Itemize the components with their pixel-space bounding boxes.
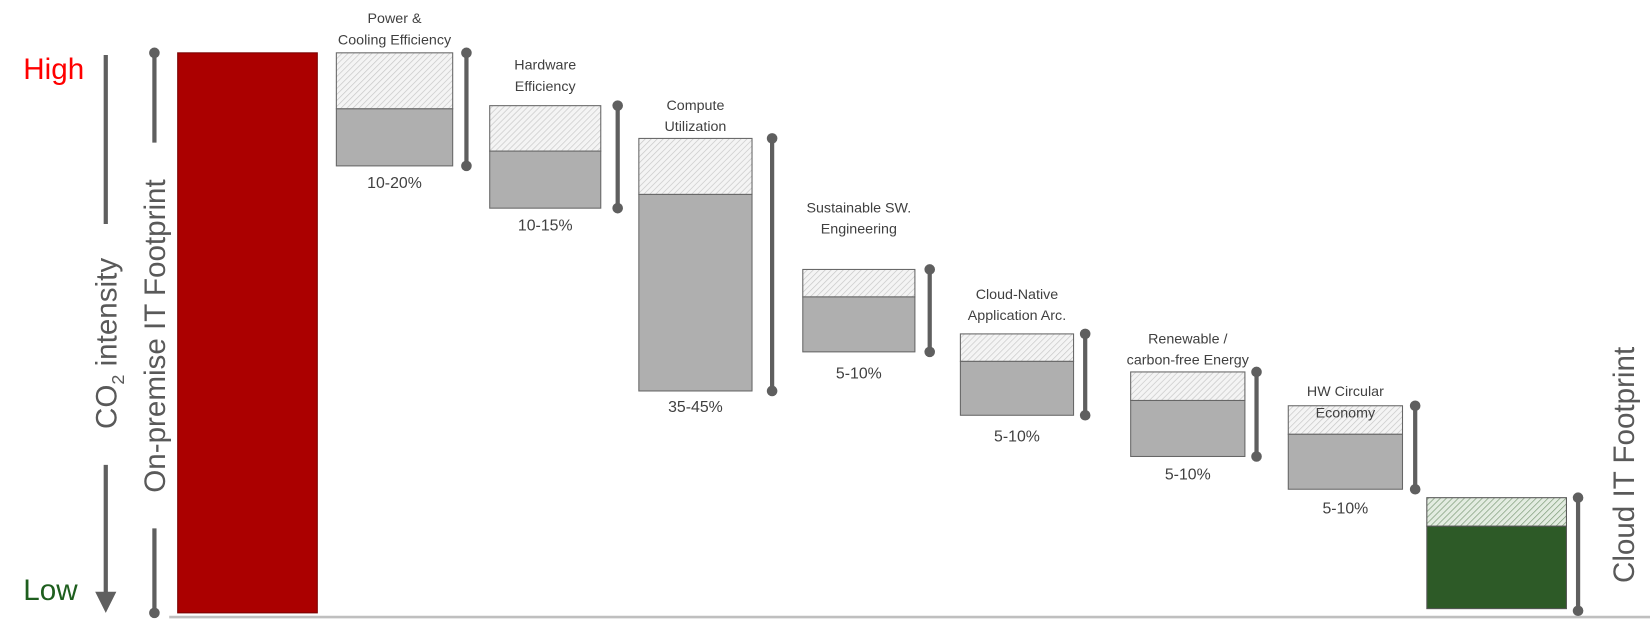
step-title: Sustainable SW. bbox=[806, 200, 911, 216]
step-hatch-range bbox=[1130, 371, 1246, 402]
step-bar bbox=[335, 108, 454, 167]
step-hatch-range bbox=[489, 105, 602, 152]
step-title: Utilization bbox=[664, 119, 726, 135]
step-4: Sustainable SW. Engineering 5-10% bbox=[802, 200, 935, 382]
bracket-dot bbox=[1079, 409, 1091, 421]
step-bar bbox=[959, 360, 1075, 416]
step-range-label: 5-10% bbox=[994, 429, 1040, 446]
step-range-label: 5-10% bbox=[836, 365, 882, 382]
step-range-label: 5-10% bbox=[1165, 467, 1211, 484]
on-premise-bar bbox=[177, 52, 318, 614]
bracket-dot bbox=[924, 346, 935, 358]
cloud-bar bbox=[1426, 525, 1567, 610]
bracket-dot bbox=[924, 264, 935, 275]
bracket-dot bbox=[1079, 328, 1091, 340]
step-hatch-range bbox=[959, 333, 1075, 362]
step-bar bbox=[802, 296, 916, 353]
start-label: On-premise IT Footprint bbox=[139, 179, 172, 492]
step-title: Efficiency bbox=[515, 79, 577, 95]
step-7: HW Circular Economy 5-10% bbox=[1287, 384, 1421, 518]
step-3: Compute Utilization 35-45% bbox=[638, 98, 778, 416]
step-title: Engineering bbox=[821, 222, 897, 238]
co2-waterfall-chart: High Low CO2 intensity On-premise IT Foo… bbox=[23, 11, 1650, 619]
end-group: Cloud IT Footprint bbox=[1426, 347, 1641, 617]
reduction-steps: Power & Cooling Efficiency 10-20% Hardware E… bbox=[335, 11, 1421, 518]
step-title: Hardware bbox=[514, 58, 576, 74]
step-title: Application Arc. bbox=[968, 308, 1066, 324]
bracket-dot bbox=[1251, 366, 1262, 378]
step-title: carbon-free Energy bbox=[1127, 353, 1250, 369]
bracket-dot bbox=[1409, 483, 1421, 495]
cloud-bar-hatch bbox=[1426, 497, 1567, 527]
y-low-label: Low bbox=[23, 574, 78, 607]
step-title: Cooling Efficiency bbox=[338, 32, 452, 48]
step-title: HW Circular bbox=[1307, 384, 1384, 400]
step-title: Economy bbox=[1316, 405, 1376, 421]
y-high-label: High bbox=[23, 53, 84, 86]
step-range-label: 10-20% bbox=[367, 175, 422, 192]
step-bar bbox=[1130, 399, 1246, 458]
bracket-dot bbox=[612, 100, 623, 111]
step-2: Hardware Efficiency 10-15% bbox=[489, 58, 623, 234]
bracket-dot bbox=[461, 160, 472, 172]
step-1: Power & Cooling Efficiency 10-20% bbox=[335, 11, 472, 192]
bracket-dot bbox=[612, 202, 623, 214]
step-bar bbox=[489, 150, 602, 209]
step-title: Power & bbox=[368, 11, 422, 27]
step-title: Compute bbox=[666, 98, 724, 114]
step-bar bbox=[1287, 433, 1404, 490]
step-range-label: 10-15% bbox=[518, 217, 573, 234]
step-6: Renewable / carbon-free Energy 5-10% bbox=[1127, 331, 1262, 484]
bracket-dot bbox=[461, 47, 472, 59]
step-bar bbox=[638, 193, 753, 392]
end-bracket bbox=[1572, 492, 1584, 617]
step-range-label: 35-45% bbox=[668, 399, 723, 416]
step-hatch-range bbox=[638, 137, 753, 195]
end-label: Cloud IT Footprint bbox=[1608, 347, 1641, 583]
step-hatch-range bbox=[802, 268, 916, 298]
step-title: Renewable / bbox=[1148, 331, 1227, 347]
step-title: Cloud-Native bbox=[976, 287, 1059, 303]
step-5: Cloud-Native Application Arc. 5-10% bbox=[959, 287, 1091, 446]
step-range-label: 5-10% bbox=[1322, 501, 1368, 518]
bracket-dot bbox=[766, 385, 778, 397]
y-axis-label: CO2 intensity bbox=[90, 258, 127, 429]
bracket-dot bbox=[1409, 400, 1421, 412]
bracket-dot bbox=[766, 133, 778, 144]
step-hatch-range bbox=[335, 52, 454, 110]
bracket-dot bbox=[1251, 451, 1262, 462]
